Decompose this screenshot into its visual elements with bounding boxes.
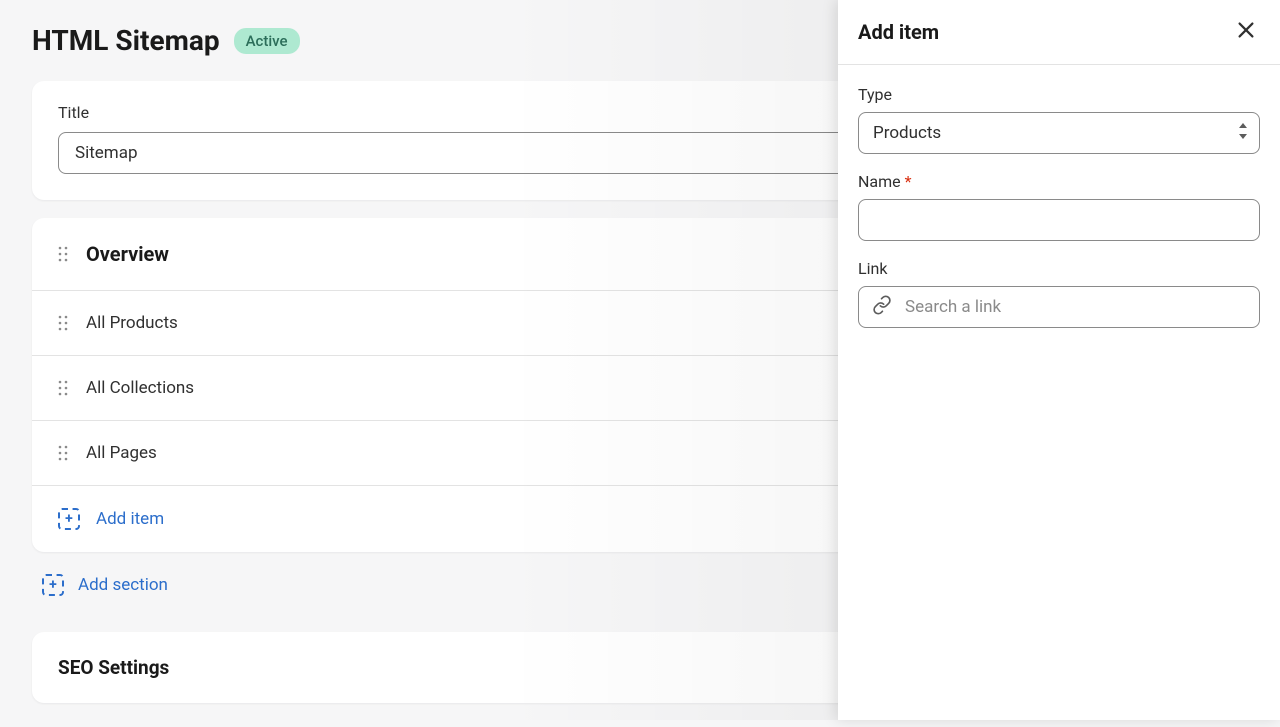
required-asterisk: * bbox=[905, 172, 912, 191]
close-button[interactable] bbox=[1232, 18, 1260, 46]
panel-body: Type Products Name* Link bbox=[838, 65, 1280, 366]
link-field: Link bbox=[858, 259, 1260, 328]
name-field: Name* bbox=[858, 172, 1260, 241]
panel-header: Add item bbox=[838, 0, 1280, 65]
link-input[interactable] bbox=[858, 286, 1260, 328]
link-icon bbox=[872, 295, 892, 319]
add-section-label: Add section bbox=[78, 575, 168, 595]
drag-handle-icon[interactable] bbox=[58, 380, 68, 396]
section-title: Overview bbox=[86, 242, 169, 266]
drag-handle-icon[interactable] bbox=[58, 246, 68, 262]
link-label: Link bbox=[858, 259, 1260, 278]
section-item-label: All Collections bbox=[86, 378, 194, 398]
name-input[interactable] bbox=[858, 199, 1260, 241]
section-item-label: All Pages bbox=[86, 443, 157, 463]
name-label-text: Name bbox=[858, 172, 901, 191]
section-item-label: All Products bbox=[86, 313, 178, 333]
name-label: Name* bbox=[858, 172, 1260, 191]
type-select[interactable]: Products bbox=[858, 112, 1260, 154]
status-badge: Active bbox=[234, 28, 300, 54]
select-arrows-icon bbox=[1238, 123, 1248, 143]
type-field: Type Products bbox=[858, 85, 1260, 154]
add-item-panel: Add item Type Products Name* Link bbox=[838, 0, 1280, 720]
page-title: HTML Sitemap bbox=[32, 24, 220, 57]
drag-handle-icon[interactable] bbox=[58, 315, 68, 331]
drag-handle-icon[interactable] bbox=[58, 445, 68, 461]
close-icon bbox=[1235, 19, 1257, 45]
panel-title: Add item bbox=[858, 20, 939, 44]
add-icon: + bbox=[58, 508, 80, 530]
add-icon: + bbox=[42, 574, 64, 596]
type-select-value: Products bbox=[858, 112, 1260, 154]
type-label: Type bbox=[858, 85, 1260, 104]
add-item-label: Add item bbox=[96, 509, 164, 529]
